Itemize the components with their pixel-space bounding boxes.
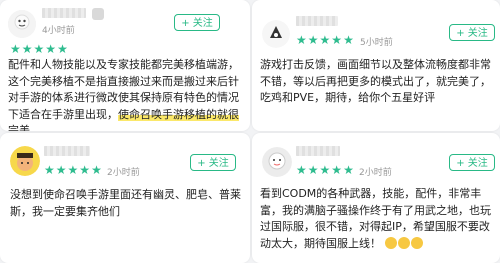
rating-stars: ★ ★ ★ ★ ★ [296,34,354,46]
emoji-icon [397,236,410,249]
username-masked[interactable] [296,16,338,26]
follow-button[interactable]: + 关注 [174,14,220,31]
rating-stars: ★ ★ ★ ★ ★ [296,164,354,176]
avatar-icon [262,20,290,48]
star-icon: ★ [57,42,68,56]
star-icon: ★ [55,163,67,177]
avatar-icon [8,10,36,38]
star-icon: ★ [33,42,45,56]
follow-button[interactable]: + 关注 [449,24,495,41]
avatar[interactable] [10,146,40,176]
timestamp: 2小时前 [107,168,140,178]
avatar-icon [10,146,40,176]
review-text: 没想到使命召唤手游里面还有幽灵、肥皂、普莱斯，我一定要集齐他们 [10,188,241,218]
username-masked[interactable] [44,146,90,156]
star-icon: ★ [21,42,33,56]
username-masked[interactable] [296,146,340,156]
timestamp: 5小时前 [360,38,393,48]
star-icon: ★ [79,163,91,177]
review-text: 看到CODM的各种武器，技能，配件，非常丰富，我的满脑子骚操作终于有了用武之地，… [260,186,494,252]
follow-button[interactable]: + 关注 [190,154,236,171]
star-icon: ★ [343,33,354,47]
star-icon: ★ [10,42,21,56]
timestamp: 4小时前 [42,26,75,36]
timestamp: 2小时前 [359,168,392,178]
emoji-icon [410,236,423,249]
review-card: ★ ★ ★ ★ ★ 2小时前 + 关注 没想到使命召唤手游里面还有幽灵、肥皂、普莱斯，我… [0,133,250,263]
star-icon: ★ [307,163,319,177]
star-icon: ★ [319,163,331,177]
follow-button[interactable]: + 关注 [449,154,495,171]
star-icon: ★ [331,33,343,47]
star-icon: ★ [343,163,354,177]
star-icon: ★ [296,33,307,47]
avatar-icon [262,147,292,177]
star-icon: ★ [331,163,343,177]
rating-stars: ★ ★ ★ ★ ★ [10,43,68,55]
avatar[interactable] [262,147,292,177]
star-icon: ★ [91,163,102,177]
review-card: ★ ★ ★ ★ ★ 2小时前 + 关注 看到CODM的各种武器，技能，配件，非常丰富，我… [252,133,500,263]
avatar[interactable] [262,20,290,48]
review-text: 配件和人物技能以及专家技能都完美移植端游，这个完美移植不是指直接搬过来而是搬过来… [8,57,244,131]
star-icon: ★ [45,42,57,56]
review-text-body: 配件和人物技能以及专家技能都完美移植端游，这个完美移植不是指直接搬过来而是搬过来… [8,58,239,131]
rating-stars: ★ ★ ★ ★ ★ [44,164,102,176]
level-badge [92,8,104,20]
star-icon: ★ [319,33,331,47]
star-icon: ★ [44,163,55,177]
username-masked[interactable] [42,8,86,18]
highlighted-text: 使命召唤手游移植的就很完美。 [8,107,239,131]
review-card: ★ ★ ★ ★ ★ 5小时前 + 关注 游戏打击反馈，画面细节以及整体流畅度都非常不错，… [252,0,500,131]
star-icon: ★ [307,33,319,47]
review-text-body: 看到CODM的各种武器，技能，配件，非常丰富，我的满脑子骚操作终于有了用武之地，… [260,187,491,250]
emoji-icon [384,236,397,249]
star-icon: ★ [296,163,307,177]
star-icon: ★ [67,163,79,177]
avatar[interactable] [8,10,36,38]
review-card: 4小时前 ★ ★ ★ ★ ★ + 关注 配件和人物技能以及专家技能都完美移植端游，这个完… [0,0,250,131]
review-text: 游戏打击反馈，画面细节以及整体流畅度都非常不错，等以后再把更多的模式出了，就完美… [260,58,491,104]
